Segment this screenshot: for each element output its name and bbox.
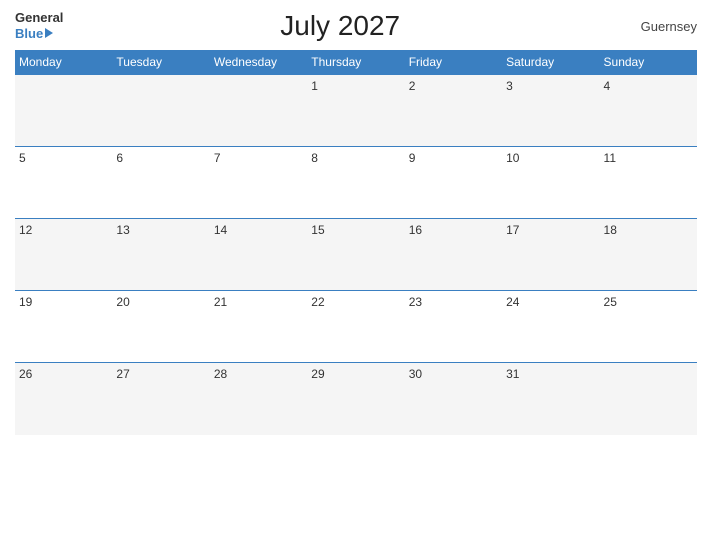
day-number: 9 bbox=[409, 151, 416, 165]
day-number: 18 bbox=[604, 223, 617, 237]
calendar-cell: 18 bbox=[600, 219, 697, 291]
calendar-cell: 19 bbox=[15, 291, 112, 363]
day-number: 26 bbox=[19, 367, 32, 381]
logo-blue-text: Blue bbox=[15, 26, 53, 41]
calendar-cell: 20 bbox=[112, 291, 209, 363]
calendar-cell: 15 bbox=[307, 219, 404, 291]
calendar-cell: 13 bbox=[112, 219, 209, 291]
calendar-title: July 2027 bbox=[63, 10, 617, 42]
day-number: 14 bbox=[214, 223, 227, 237]
day-number: 5 bbox=[19, 151, 26, 165]
calendar-cell: 26 bbox=[15, 363, 112, 435]
day-number: 22 bbox=[311, 295, 324, 309]
day-number: 20 bbox=[116, 295, 129, 309]
calendar-week-row: 5 6 7 8 9 10 11 bbox=[15, 147, 697, 219]
day-number: 21 bbox=[214, 295, 227, 309]
logo-triangle-icon bbox=[45, 28, 53, 38]
calendar-cell: 28 bbox=[210, 363, 307, 435]
day-number: 19 bbox=[19, 295, 32, 309]
calendar-cell: 4 bbox=[600, 75, 697, 147]
col-sunday: Sunday bbox=[600, 50, 697, 75]
calendar-cell bbox=[15, 75, 112, 147]
col-thursday: Thursday bbox=[307, 50, 404, 75]
day-number: 6 bbox=[116, 151, 123, 165]
calendar-cell: 31 bbox=[502, 363, 599, 435]
calendar-cell: 21 bbox=[210, 291, 307, 363]
calendar-week-row: 26 27 28 29 30 31 bbox=[15, 363, 697, 435]
calendar-week-row: 12 13 14 15 16 17 18 bbox=[15, 219, 697, 291]
day-number: 27 bbox=[116, 367, 129, 381]
col-tuesday: Tuesday bbox=[112, 50, 209, 75]
day-number: 24 bbox=[506, 295, 519, 309]
day-number: 3 bbox=[506, 79, 513, 93]
day-number: 17 bbox=[506, 223, 519, 237]
col-monday: Monday bbox=[15, 50, 112, 75]
calendar-page: General Blue July 2027 Guernsey Monday T… bbox=[0, 0, 712, 550]
day-number: 10 bbox=[506, 151, 519, 165]
day-number: 30 bbox=[409, 367, 422, 381]
calendar-cell: 16 bbox=[405, 219, 502, 291]
calendar-cell bbox=[210, 75, 307, 147]
day-number: 2 bbox=[409, 79, 416, 93]
day-number: 4 bbox=[604, 79, 611, 93]
day-number: 15 bbox=[311, 223, 324, 237]
day-number: 25 bbox=[604, 295, 617, 309]
calendar-table: Monday Tuesday Wednesday Thursday Friday… bbox=[15, 50, 697, 435]
day-number: 12 bbox=[19, 223, 32, 237]
header: General Blue July 2027 Guernsey bbox=[15, 10, 697, 42]
calendar-cell: 27 bbox=[112, 363, 209, 435]
day-number: 11 bbox=[604, 151, 616, 165]
calendar-cell: 14 bbox=[210, 219, 307, 291]
day-number: 29 bbox=[311, 367, 324, 381]
calendar-cell bbox=[600, 363, 697, 435]
logo: General Blue bbox=[15, 11, 63, 40]
logo-general-text: General bbox=[15, 11, 63, 25]
calendar-cell: 3 bbox=[502, 75, 599, 147]
calendar-week-row: 19 20 21 22 23 24 25 bbox=[15, 291, 697, 363]
day-number: 16 bbox=[409, 223, 422, 237]
day-number: 1 bbox=[311, 79, 318, 93]
calendar-cell: 6 bbox=[112, 147, 209, 219]
col-saturday: Saturday bbox=[502, 50, 599, 75]
calendar-cell: 12 bbox=[15, 219, 112, 291]
day-number: 23 bbox=[409, 295, 422, 309]
calendar-cell: 29 bbox=[307, 363, 404, 435]
day-number: 8 bbox=[311, 151, 318, 165]
calendar-cell: 8 bbox=[307, 147, 404, 219]
days-header-row: Monday Tuesday Wednesday Thursday Friday… bbox=[15, 50, 697, 75]
calendar-cell: 2 bbox=[405, 75, 502, 147]
calendar-cell: 7 bbox=[210, 147, 307, 219]
calendar-cell: 17 bbox=[502, 219, 599, 291]
calendar-cell: 22 bbox=[307, 291, 404, 363]
calendar-cell: 1 bbox=[307, 75, 404, 147]
col-friday: Friday bbox=[405, 50, 502, 75]
calendar-cell: 23 bbox=[405, 291, 502, 363]
calendar-cell: 24 bbox=[502, 291, 599, 363]
calendar-cell: 9 bbox=[405, 147, 502, 219]
calendar-cell: 10 bbox=[502, 147, 599, 219]
day-number: 7 bbox=[214, 151, 221, 165]
day-number: 13 bbox=[116, 223, 129, 237]
calendar-week-row: 1 2 3 4 bbox=[15, 75, 697, 147]
calendar-cell bbox=[112, 75, 209, 147]
calendar-cell: 5 bbox=[15, 147, 112, 219]
day-number: 28 bbox=[214, 367, 227, 381]
calendar-cell: 11 bbox=[600, 147, 697, 219]
day-number: 31 bbox=[506, 367, 519, 381]
country-label: Guernsey bbox=[617, 19, 697, 34]
calendar-cell: 30 bbox=[405, 363, 502, 435]
calendar-cell: 25 bbox=[600, 291, 697, 363]
col-wednesday: Wednesday bbox=[210, 50, 307, 75]
